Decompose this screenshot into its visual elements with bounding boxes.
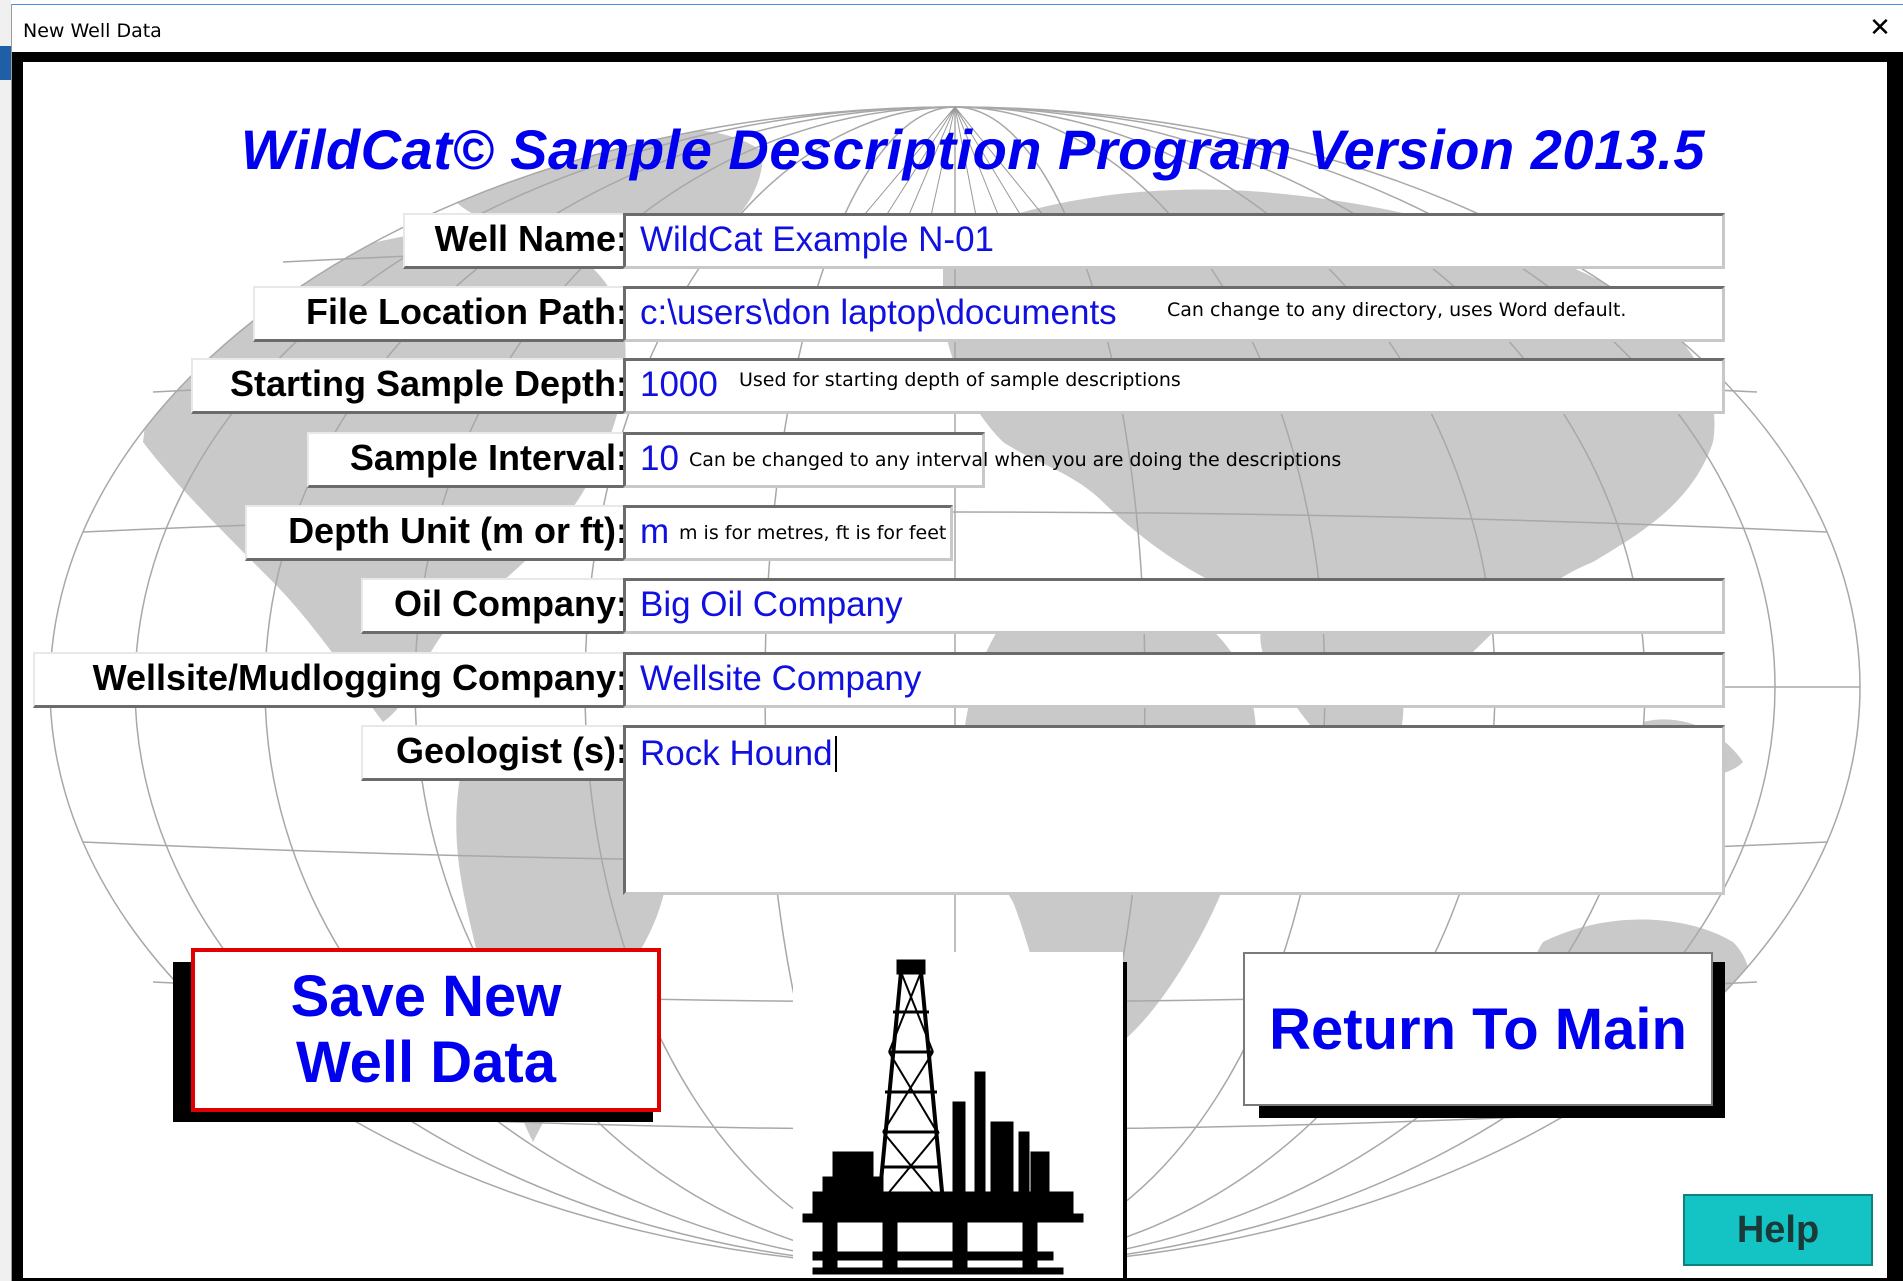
geologist-label: Geologist (s): xyxy=(361,725,637,781)
wellsite-company-field[interactable]: Wellsite Company xyxy=(623,652,1725,708)
return-to-main-button[interactable]: Return To Main xyxy=(1243,952,1713,1106)
sample-interval-value: 10 xyxy=(640,439,679,478)
wellsite-company-value: Wellsite Company xyxy=(640,659,922,698)
form-canvas: WildCat© Sample Description Program Vers… xyxy=(23,62,1887,1278)
oil-rig-icon xyxy=(793,952,1123,1278)
file-location-value: c:\users\don laptop\documents xyxy=(640,293,1117,332)
well-name-field[interactable]: WildCat Example N-01 xyxy=(623,213,1725,269)
oil-rig-graphic xyxy=(802,959,1084,1275)
return-button-label: Return To Main xyxy=(1269,996,1687,1062)
desktop-accent xyxy=(0,46,11,80)
sample-interval-label: Sample Interval: xyxy=(307,432,637,488)
geologist-field[interactable]: Rock Hound xyxy=(623,725,1725,895)
help-button[interactable]: Help xyxy=(1683,1194,1873,1266)
well-name-label: Well Name: xyxy=(403,213,637,269)
close-icon[interactable]: ✕ xyxy=(1860,11,1900,45)
oil-company-value: Big Oil Company xyxy=(640,585,903,624)
form-client-area: WildCat© Sample Description Program Vers… xyxy=(12,52,1903,1281)
well-name-value: WildCat Example N-01 xyxy=(640,220,994,259)
oil-company-label: Oil Company: xyxy=(361,578,637,634)
help-button-label: Help xyxy=(1736,1208,1820,1251)
desktop-background xyxy=(0,0,11,1281)
save-new-well-data-button[interactable]: Save New Well Data xyxy=(191,948,661,1112)
start-depth-label: Starting Sample Depth: xyxy=(191,358,637,414)
file-location-label: File Location Path: xyxy=(253,286,637,342)
title-bar: New Well Data ✕ xyxy=(12,4,1903,52)
window-title: New Well Data xyxy=(23,20,162,42)
start-depth-value: 1000 xyxy=(640,365,718,404)
depth-unit-label: Depth Unit (m or ft): xyxy=(245,505,637,561)
text-caret xyxy=(834,736,837,772)
depth-unit-value: m xyxy=(640,512,670,551)
geologist-value: Rock Hound xyxy=(640,734,833,773)
new-well-data-window: New Well Data ✕ WildCat© Sample Descript… xyxy=(11,4,1903,1281)
file-location-note: Can change to any directory, uses Word d… xyxy=(1167,299,1627,321)
wellsite-company-label: Wellsite/Mudlogging Company: xyxy=(33,652,637,708)
start-depth-note: Used for starting depth of sample descri… xyxy=(739,369,1181,391)
sample-interval-note: Can be changed to any interval when you … xyxy=(689,449,1342,471)
save-button-label: Save New Well Data xyxy=(290,964,562,1095)
oil-company-field[interactable]: Big Oil Company xyxy=(623,578,1725,634)
depth-unit-note: m is for metres, ft is for feet xyxy=(679,522,947,544)
app-title: WildCat© Sample Description Program Vers… xyxy=(240,118,1706,181)
